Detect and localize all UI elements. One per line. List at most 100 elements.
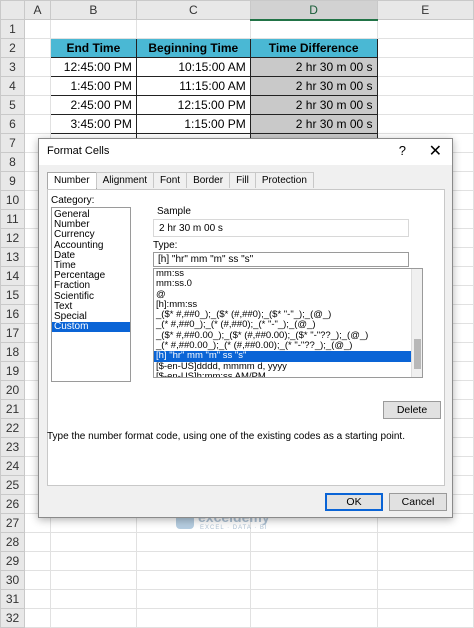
row-header[interactable]: 1 xyxy=(0,19,25,39)
category-item-custom[interactable]: Custom xyxy=(52,321,130,333)
sheet-cell[interactable] xyxy=(23,532,51,552)
row-header[interactable]: 14 xyxy=(0,266,25,286)
row-header[interactable]: 15 xyxy=(0,285,25,305)
sheet-cell[interactable] xyxy=(135,589,251,609)
help-button[interactable]: ? xyxy=(399,143,406,158)
table-cell[interactable]: 1:15:00 PM xyxy=(135,114,251,134)
row-header[interactable]: 28 xyxy=(0,532,25,552)
row-header[interactable]: 9 xyxy=(0,171,25,191)
sheet-cell[interactable] xyxy=(135,532,251,552)
sheet-cell[interactable] xyxy=(23,114,51,134)
sheet-cell[interactable] xyxy=(249,589,378,609)
select-all-corner[interactable] xyxy=(0,0,25,20)
sheet-cell[interactable] xyxy=(376,589,474,609)
column-header-c[interactable]: C xyxy=(135,0,251,20)
sheet-cell[interactable] xyxy=(376,57,474,77)
column-header-e[interactable]: E xyxy=(376,0,474,20)
row-header[interactable]: 16 xyxy=(0,304,25,324)
delete-button[interactable]: Delete xyxy=(383,401,441,419)
column-header-d[interactable]: D xyxy=(249,0,378,21)
sheet-cell[interactable] xyxy=(49,551,137,571)
format-code-item[interactable]: [h]:mm:ss xyxy=(154,300,412,310)
row-header[interactable]: 8 xyxy=(0,152,25,172)
row-header[interactable]: 18 xyxy=(0,342,25,362)
row-header[interactable]: 11 xyxy=(0,209,25,229)
sheet-cell[interactable] xyxy=(23,19,51,39)
format-code-item[interactable]: _(* #,##0.00_);_(* (#,##0.00);_(* "-"??_… xyxy=(154,341,412,351)
sheet-cell[interactable] xyxy=(249,551,378,571)
format-cells-dialog[interactable]: Format Cells ? ✕ Number Alignment Font Bord… xyxy=(38,138,453,518)
format-list-scrollbar[interactable] xyxy=(411,269,422,377)
table-header-cell[interactable]: Beginning Time xyxy=(135,38,251,58)
sheet-cell[interactable] xyxy=(23,570,51,590)
sheet-cell[interactable] xyxy=(376,19,474,39)
sheet-cell[interactable] xyxy=(376,532,474,552)
tab-border[interactable]: Border xyxy=(186,172,231,188)
sheet-cell[interactable] xyxy=(376,38,474,58)
sheet-cell[interactable] xyxy=(23,608,51,628)
sheet-cell[interactable] xyxy=(23,589,51,609)
row-header[interactable]: 20 xyxy=(0,380,25,400)
format-code-item[interactable]: mm:ss xyxy=(154,269,412,279)
category-list[interactable]: General Number Currency Accounting Date Time P… xyxy=(51,207,131,382)
format-code-item[interactable]: _($* #,##0_);_($* (#,##0);_($* "-"_);_(@… xyxy=(154,310,412,320)
sheet-cell[interactable] xyxy=(23,76,51,96)
sheet-cell[interactable] xyxy=(49,589,137,609)
row-header[interactable]: 19 xyxy=(0,361,25,381)
tab-font[interactable]: Font xyxy=(153,172,188,188)
row-header[interactable]: 27 xyxy=(0,513,25,533)
sheet-cell[interactable] xyxy=(376,570,474,590)
sheet-cell[interactable] xyxy=(376,95,474,115)
row-header[interactable]: 22 xyxy=(0,418,25,438)
sheet-cell[interactable] xyxy=(23,38,51,58)
row-header[interactable]: 32 xyxy=(0,608,25,628)
type-input[interactable]: [h] "hr" mm "m" ss "s" xyxy=(153,252,409,267)
table-cell[interactable]: 11:15:00 AM xyxy=(135,76,251,96)
table-cell[interactable]: 1:45:00 PM xyxy=(49,76,137,96)
row-header[interactable]: 29 xyxy=(0,551,25,571)
row-header[interactable]: 30 xyxy=(0,570,25,590)
sheet-cell[interactable] xyxy=(249,532,378,552)
sheet-cell[interactable] xyxy=(376,76,474,96)
table-cell[interactable]: 12:15:00 PM xyxy=(135,95,251,115)
sheet-cell[interactable] xyxy=(376,551,474,571)
scrollbar-thumb[interactable] xyxy=(414,339,421,369)
cancel-button[interactable]: Cancel xyxy=(389,493,447,511)
row-header[interactable]: 2 xyxy=(0,38,25,58)
sheet-cell[interactable] xyxy=(135,570,251,590)
table-cell[interactable]: 2:45:00 PM xyxy=(49,95,137,115)
sheet-cell[interactable] xyxy=(135,19,251,39)
close-icon[interactable]: ✕ xyxy=(429,141,442,161)
row-header[interactable]: 5 xyxy=(0,95,25,115)
sheet-cell[interactable] xyxy=(249,608,378,628)
format-code-item[interactable]: [h] "hr" mm "m" ss "s" xyxy=(154,351,412,362)
category-item-fraction[interactable]: Fraction xyxy=(52,281,130,291)
sheet-cell[interactable] xyxy=(49,608,137,628)
table-cell[interactable]: 3:45:00 PM xyxy=(49,114,137,134)
row-header[interactable]: 3 xyxy=(0,57,25,77)
table-header-cell[interactable]: Time Difference xyxy=(249,38,378,58)
format-code-item[interactable]: @ xyxy=(154,290,412,300)
time-difference-cell[interactable]: 2 hr 30 m 00 s xyxy=(249,76,378,96)
tab-number[interactable]: Number xyxy=(47,172,97,190)
row-header[interactable]: 13 xyxy=(0,247,25,267)
time-difference-cell[interactable]: 2 hr 30 m 00 s xyxy=(249,95,378,115)
tab-alignment[interactable]: Alignment xyxy=(95,172,155,188)
column-header-a[interactable]: A xyxy=(23,0,51,20)
dialog-titlebar[interactable]: Format Cells ? ✕ xyxy=(39,139,452,165)
sheet-cell[interactable] xyxy=(49,532,137,552)
column-header-b[interactable]: B xyxy=(49,0,137,20)
row-header[interactable]: 17 xyxy=(0,323,25,343)
row-header[interactable]: 26 xyxy=(0,494,25,514)
table-cell[interactable]: 12:45:00 PM xyxy=(49,57,137,77)
tab-fill[interactable]: Fill xyxy=(229,172,256,188)
row-header[interactable]: 6 xyxy=(0,114,25,134)
format-code-item[interactable]: mm:ss.0 xyxy=(154,279,412,289)
sheet-cell[interactable] xyxy=(49,19,137,39)
sheet-cell[interactable] xyxy=(376,608,474,628)
format-code-item[interactable]: [$-en-US]h:mm:ss AM/PM xyxy=(154,372,412,377)
time-difference-cell[interactable]: 2 hr 30 m 00 s xyxy=(249,57,378,77)
row-header[interactable]: 24 xyxy=(0,456,25,476)
sheet-cell[interactable] xyxy=(49,570,137,590)
row-header[interactable]: 12 xyxy=(0,228,25,248)
